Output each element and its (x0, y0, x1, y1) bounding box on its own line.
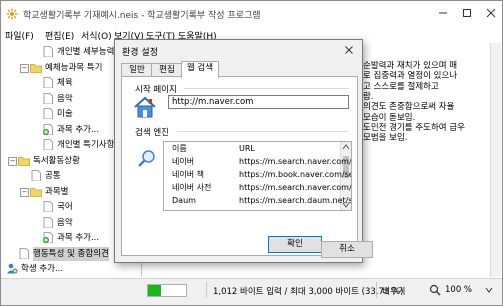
document-icon (43, 201, 53, 212)
compare-label[interactable]: 비우기 (382, 285, 405, 297)
engine-url: https://m.search.daum.net/se... (239, 196, 352, 205)
byte-progress-fill (148, 285, 161, 296)
zoom-icon[interactable] (429, 284, 441, 296)
tree-item-label: 과목별 (45, 186, 69, 197)
start-page-input[interactable] (168, 95, 349, 109)
menu-file[interactable]: 파일(F) (5, 29, 34, 42)
document-icon (43, 46, 53, 57)
search-engine-list[interactable]: 이름 URL 네이버 https://m.search.naver.com/se.… (163, 141, 352, 211)
minimize-icon[interactable] (435, 5, 451, 21)
status-separator (206, 282, 207, 298)
cancel-button[interactable]: 취소 (321, 241, 373, 258)
document-icon (43, 77, 53, 88)
menu-format[interactable]: 서식(O) (81, 29, 112, 42)
engine-name: 네이버 사전 (172, 183, 212, 192)
group-divider (184, 88, 349, 89)
search-engine-row[interactable]: 네이버 사전 https://m.search.naver.com/se... (164, 182, 351, 194)
tree-item-label: 학생 추가... (21, 264, 64, 274)
tree-item-label: 공통 (45, 171, 61, 181)
editor-scrollbar[interactable] (490, 43, 501, 277)
close-window-icon[interactable] (483, 5, 499, 21)
column-url-header[interactable]: URL (239, 143, 255, 155)
tab-web-search[interactable]: 웹 검색 (181, 61, 219, 78)
tree-item-label: 개인별 세부능력 (57, 47, 115, 57)
engine-name: Daum (172, 196, 196, 205)
tree-item-label: 체육 (57, 78, 73, 88)
close-icon[interactable] (342, 43, 356, 57)
search-icon (138, 150, 155, 167)
collapse-toggle-icon[interactable]: − (20, 187, 29, 197)
title-bar: 학교생활기록부 기재예시.neis - 학교생활기록부 작성 프로그램 (1, 1, 502, 27)
tree-item[interactable]: 학생 추가... (4, 262, 141, 276)
document-icon (19, 247, 29, 259)
dialog-title: 환경 설정 (122, 48, 158, 58)
tree-item-label: 과목 추가... (57, 233, 100, 243)
search-engine-row[interactable]: 네이버 책 https://m.book.naver.com/se... (164, 169, 351, 181)
document-icon (31, 170, 41, 181)
folder-icon (30, 63, 42, 73)
engine-url: https://m.search.naver.com/se... (239, 157, 352, 166)
document-icon (43, 216, 53, 228)
user-add-icon (7, 263, 18, 274)
status-separator (376, 282, 377, 298)
collapse-toggle-icon[interactable]: − (20, 63, 29, 73)
tab-edit[interactable]: 편집 (151, 63, 183, 77)
window-title: 학교생활기록부 기재예시.neis - 학교생활기록부 작성 프로그램 (23, 11, 261, 21)
tree-item-label: 독서활동상황 (33, 155, 80, 166)
folder-icon (30, 187, 42, 197)
scroll-up-icon[interactable] (342, 144, 350, 150)
engine-name: 네이버 (172, 157, 195, 166)
tree-item-label: 예체능과목 특기 (45, 62, 103, 73)
tree-item-label: 개인별 특기사항 (57, 140, 115, 150)
document-icon (43, 108, 53, 119)
add-icon (43, 123, 53, 135)
document-icon (43, 139, 53, 150)
zoom-level[interactable]: 100 % (445, 285, 472, 295)
tree-item-label: 국어 (57, 202, 73, 212)
group-divider (177, 131, 349, 132)
add-icon (43, 232, 53, 243)
tree-item-label: 과목 추가... (57, 124, 100, 135)
home-icon (134, 96, 156, 118)
editor-line: 모범을 보임. (363, 133, 408, 144)
app-icon (6, 8, 18, 20)
tab-general[interactable]: 일반 (121, 63, 153, 77)
maximize-icon[interactable] (459, 5, 475, 21)
collapse-toggle-icon[interactable]: − (8, 156, 17, 166)
settings-dialog: 환경 설정 일반 편집 웹 검색 시작 페이지 검색 엔진 (114, 39, 363, 263)
tree-item-label: 음악 (57, 93, 73, 104)
byte-progress-bar (147, 284, 187, 297)
search-engine-label: 검색 엔진 (135, 128, 169, 138)
list-header: 이름 URL (164, 143, 340, 155)
document-icon (43, 92, 53, 104)
menu-edit[interactable]: 편집(E) (45, 29, 74, 42)
search-engine-row[interactable]: 네이버 https://m.search.naver.com/se... (164, 156, 351, 168)
search-engine-row[interactable]: Daum https://m.search.daum.net/se... (164, 195, 351, 207)
tree-item-label: 음악 (57, 217, 73, 228)
engine-url: https://m.search.naver.com/se... (239, 183, 352, 192)
folder-icon (18, 156, 30, 166)
start-page-label: 시작 페이지 (135, 85, 177, 95)
web-search-panel: 시작 페이지 검색 엔진 이름 URL (121, 76, 358, 256)
editor-line: 고 스스로를 절제하고 (363, 81, 439, 92)
zoom-dropdown-icon[interactable] (484, 285, 494, 295)
status-bar: 1,012 바이트 입력 / 최대 3,000 바이트 (33.73 %) 비우… (1, 278, 502, 305)
main-window: 학교생활기록부 기재예시.neis - 학교생활기록부 작성 프로그램 파일(F… (0, 0, 503, 306)
ok-button[interactable]: 확인 (268, 236, 322, 253)
engine-url: https://m.book.naver.com/se... (239, 170, 352, 179)
column-name-header[interactable]: 이름 (172, 143, 187, 155)
byte-count-text: 1,012 바이트 입력 / 최대 3,000 바이트 (33.73 %) (213, 287, 404, 297)
tree-item-label: 미술 (57, 109, 73, 119)
engine-name: 네이버 책 (172, 170, 204, 179)
tree-item-label: 행동특성 및 종합의견 (33, 246, 109, 261)
